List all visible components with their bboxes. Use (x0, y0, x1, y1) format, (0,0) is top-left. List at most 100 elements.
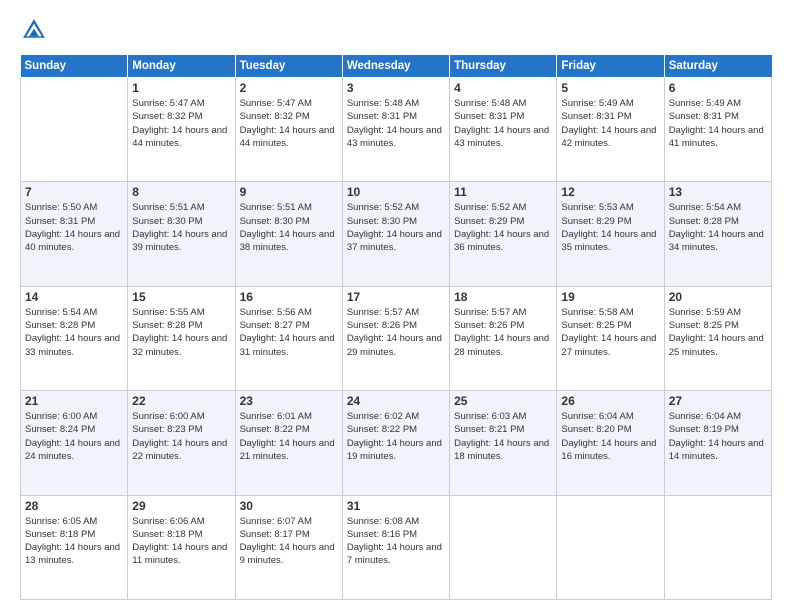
day-info: Sunrise: 5:49 AMSunset: 8:31 PMDaylight:… (669, 97, 767, 150)
day-number: 24 (347, 394, 445, 408)
day-number: 26 (561, 394, 659, 408)
calendar-cell: 22 Sunrise: 6:00 AMSunset: 8:23 PMDayligh… (128, 391, 235, 495)
calendar-cell: 8Sunrise: 5:51 AMSunset: 8:30 PMDaylight… (128, 182, 235, 286)
day-number: 16 (240, 290, 338, 304)
day-number: 25 (454, 394, 552, 408)
day-info: Sunrise: 5:47 AMSunset: 8:32 PMDaylight:… (132, 97, 230, 150)
day-number: 5 (561, 81, 659, 95)
day-info: Sunrise: 5:57 AMSunset: 8:26 PMDaylight:… (454, 306, 552, 359)
day-info: Sunrise: 5:55 AMSunset: 8:28 PMDaylight:… (132, 306, 230, 359)
calendar-cell: 20 Sunrise: 5:59 AMSunset: 8:25 PMDayligh… (664, 286, 771, 390)
day-number: 11 (454, 185, 552, 199)
calendar-cell: 16 Sunrise: 5:56 AMSunset: 8:27 PMDayligh… (235, 286, 342, 390)
day-number: 29 (132, 499, 230, 513)
day-number: 7 (25, 185, 123, 199)
calendar-cell: 1 Sunrise: 5:47 AMSunset: 8:32 PMDaylight… (128, 78, 235, 182)
day-number: 8 (132, 185, 230, 199)
day-info: Sunrise: 6:00 AMSunset: 8:23 PMDaylight:… (132, 410, 230, 463)
day-info: Sunrise: 5:48 AMSunset: 8:31 PMDaylight:… (347, 97, 445, 150)
calendar-table: Sunday Monday Tuesday Wednesday Thursday… (20, 54, 772, 600)
calendar-cell: 18Sunrise: 5:57 AMSunset: 8:26 PMDayligh… (450, 286, 557, 390)
col-saturday: Saturday (664, 55, 771, 78)
day-info: Sunrise: 5:52 AMSunset: 8:29 PMDaylight:… (454, 201, 552, 254)
calendar-week-row: 21 Sunrise: 6:00 AMSunset: 8:24 PMDayligh… (21, 391, 772, 495)
day-info: Sunrise: 5:49 AMSunset: 8:31 PMDaylight:… (561, 97, 659, 150)
day-number: 27 (669, 394, 767, 408)
day-number: 21 (25, 394, 123, 408)
day-number: 19 (561, 290, 659, 304)
calendar-cell: 9Sunrise: 5:51 AMSunset: 8:30 PMDaylight… (235, 182, 342, 286)
day-number: 20 (669, 290, 767, 304)
day-number: 28 (25, 499, 123, 513)
day-number: 22 (132, 394, 230, 408)
day-info: Sunrise: 6:05 AMSunset: 8:18 PMDaylight:… (25, 515, 123, 568)
day-info: Sunrise: 6:00 AMSunset: 8:24 PMDaylight:… (25, 410, 123, 463)
calendar-cell: 4 Sunrise: 5:48 AMSunset: 8:31 PMDaylight… (450, 78, 557, 182)
calendar-cell: 26 Sunrise: 6:04 AMSunset: 8:20 PMDayligh… (557, 391, 664, 495)
day-info: Sunrise: 5:53 AMSunset: 8:29 PMDaylight:… (561, 201, 659, 254)
logo (20, 16, 52, 44)
day-info: Sunrise: 5:48 AMSunset: 8:31 PMDaylight:… (454, 97, 552, 150)
day-number: 15 (132, 290, 230, 304)
calendar-cell: 3Sunrise: 5:48 AMSunset: 8:31 PMDaylight… (342, 78, 449, 182)
day-number: 13 (669, 185, 767, 199)
day-info: Sunrise: 6:06 AMSunset: 8:18 PMDaylight:… (132, 515, 230, 568)
calendar-cell (21, 78, 128, 182)
day-info: Sunrise: 5:59 AMSunset: 8:25 PMDaylight:… (669, 306, 767, 359)
day-info: Sunrise: 6:04 AMSunset: 8:19 PMDaylight:… (669, 410, 767, 463)
day-info: Sunrise: 5:54 AMSunset: 8:28 PMDaylight:… (25, 306, 123, 359)
day-info: Sunrise: 6:02 AMSunset: 8:22 PMDaylight:… (347, 410, 445, 463)
calendar-cell: 25 Sunrise: 6:03 AMSunset: 8:21 PMDayligh… (450, 391, 557, 495)
day-number: 1 (132, 81, 230, 95)
calendar-cell: 21 Sunrise: 6:00 AMSunset: 8:24 PMDayligh… (21, 391, 128, 495)
calendar-cell: 11 Sunrise: 5:52 AMSunset: 8:29 PMDayligh… (450, 182, 557, 286)
calendar-cell: 6Sunrise: 5:49 AMSunset: 8:31 PMDaylight… (664, 78, 771, 182)
day-number: 4 (454, 81, 552, 95)
calendar-cell (557, 495, 664, 599)
day-number: 17 (347, 290, 445, 304)
calendar-cell: 2 Sunrise: 5:47 AMSunset: 8:32 PMDaylight… (235, 78, 342, 182)
col-monday: Monday (128, 55, 235, 78)
calendar-week-row: 14 Sunrise: 5:54 AMSunset: 8:28 PMDayligh… (21, 286, 772, 390)
day-number: 10 (347, 185, 445, 199)
calendar-cell: 14 Sunrise: 5:54 AMSunset: 8:28 PMDayligh… (21, 286, 128, 390)
day-info: Sunrise: 5:56 AMSunset: 8:27 PMDaylight:… (240, 306, 338, 359)
logo-icon (20, 16, 48, 44)
col-thursday: Thursday (450, 55, 557, 78)
calendar-cell: 31 Sunrise: 6:08 AMSunset: 8:16 PMDayligh… (342, 495, 449, 599)
day-info: Sunrise: 6:07 AMSunset: 8:17 PMDaylight:… (240, 515, 338, 568)
day-info: Sunrise: 6:03 AMSunset: 8:21 PMDaylight:… (454, 410, 552, 463)
calendar-cell: 7 Sunrise: 5:50 AMSunset: 8:31 PMDaylight… (21, 182, 128, 286)
day-info: Sunrise: 5:57 AMSunset: 8:26 PMDaylight:… (347, 306, 445, 359)
calendar-cell: 12 Sunrise: 5:53 AMSunset: 8:29 PMDayligh… (557, 182, 664, 286)
calendar-cell (664, 495, 771, 599)
col-sunday: Sunday (21, 55, 128, 78)
day-number: 2 (240, 81, 338, 95)
day-info: Sunrise: 6:04 AMSunset: 8:20 PMDaylight:… (561, 410, 659, 463)
calendar-cell: 27 Sunrise: 6:04 AMSunset: 8:19 PMDayligh… (664, 391, 771, 495)
calendar-cell: 15 Sunrise: 5:55 AMSunset: 8:28 PMDayligh… (128, 286, 235, 390)
day-number: 12 (561, 185, 659, 199)
calendar-cell: 24 Sunrise: 6:02 AMSunset: 8:22 PMDayligh… (342, 391, 449, 495)
col-wednesday: Wednesday (342, 55, 449, 78)
weekday-header-row: Sunday Monday Tuesday Wednesday Thursday… (21, 55, 772, 78)
day-number: 23 (240, 394, 338, 408)
day-info: Sunrise: 5:47 AMSunset: 8:32 PMDaylight:… (240, 97, 338, 150)
calendar-cell: 17 Sunrise: 5:57 AMSunset: 8:26 PMDayligh… (342, 286, 449, 390)
calendar-cell: 29 Sunrise: 6:06 AMSunset: 8:18 PMDayligh… (128, 495, 235, 599)
calendar-cell: 30 Sunrise: 6:07 AMSunset: 8:17 PMDayligh… (235, 495, 342, 599)
calendar-page: Sunday Monday Tuesday Wednesday Thursday… (0, 0, 792, 612)
calendar-cell: 5 Sunrise: 5:49 AMSunset: 8:31 PMDaylight… (557, 78, 664, 182)
calendar-cell: 19 Sunrise: 5:58 AMSunset: 8:25 PMDayligh… (557, 286, 664, 390)
calendar-cell (450, 495, 557, 599)
day-info: Sunrise: 5:50 AMSunset: 8:31 PMDaylight:… (25, 201, 123, 254)
calendar-week-row: 7 Sunrise: 5:50 AMSunset: 8:31 PMDaylight… (21, 182, 772, 286)
day-info: Sunrise: 5:58 AMSunset: 8:25 PMDaylight:… (561, 306, 659, 359)
header (20, 16, 772, 44)
day-number: 14 (25, 290, 123, 304)
day-number: 30 (240, 499, 338, 513)
calendar-cell: 10Sunrise: 5:52 AMSunset: 8:30 PMDayligh… (342, 182, 449, 286)
day-number: 31 (347, 499, 445, 513)
day-info: Sunrise: 6:08 AMSunset: 8:16 PMDaylight:… (347, 515, 445, 568)
day-info: Sunrise: 6:01 AMSunset: 8:22 PMDaylight:… (240, 410, 338, 463)
